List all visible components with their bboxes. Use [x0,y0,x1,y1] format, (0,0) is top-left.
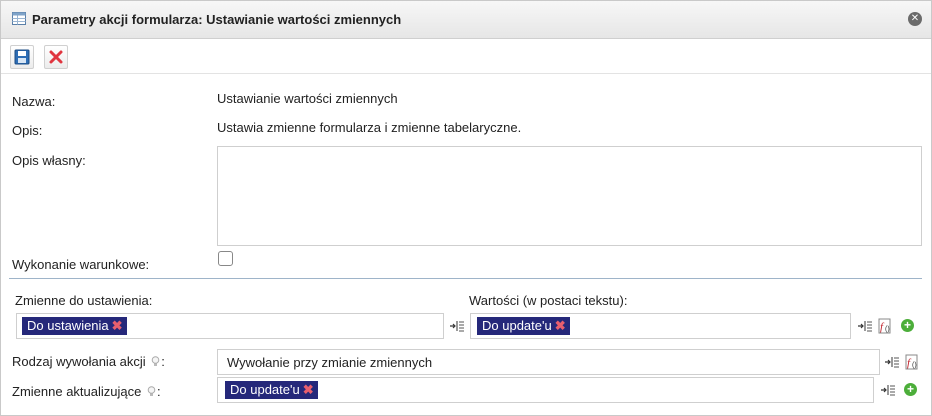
hint-lightbulb-icon[interactable] [151,356,160,367]
svg-text:(): () [912,362,917,369]
call-type-label: Rodzaj wywołania akcji : [12,354,165,369]
insert-variable-icon[interactable] [449,318,465,334]
dialog-title: Parametry akcji formularza: Ustawianie w… [32,12,402,27]
insert-variable-icon[interactable] [880,382,896,398]
call-type-label-colon: : [161,354,165,369]
add-icon[interactable]: + [901,319,914,332]
insert-variable-icon[interactable] [857,318,873,334]
updating-variables-field[interactable]: Do update'u ✖ [217,377,874,403]
call-type-value: Wywołanie przy zmianie zmiennych [227,355,433,370]
remove-tag-icon[interactable]: ✖ [303,382,314,397]
values-label: Wartości (w postaci tekstu): [469,293,628,308]
table-window-icon [12,12,26,25]
variables-label: Zmienne do ustawienia: [15,293,153,308]
function-icon[interactable]: f() [877,318,893,334]
svg-text:(): () [885,326,890,333]
dialog-window: Parametry akcji formularza: Ustawianie w… [0,0,932,416]
variables-field[interactable]: Do ustawienia ✖ [16,313,444,339]
custom-description-textarea[interactable] [217,146,922,246]
toolbar [1,39,931,74]
custom-description-label: Opis własny: [12,153,86,168]
updating-variables-label: Zmienne aktualizujące : [12,384,161,399]
title-bar: Parametry akcji formularza: Ustawianie w… [1,1,931,39]
updating-variable-tag: Do update'u ✖ [225,381,318,399]
conditional-execution-label: Wykonanie warunkowe: [12,257,150,272]
updating-variables-label-colon: : [156,384,161,399]
save-icon [14,49,30,65]
hint-lightbulb-icon[interactable] [147,386,156,397]
cancel-icon [49,50,63,64]
variable-tag-label: Do ustawienia [27,318,109,333]
updating-variables-label-text: Zmienne aktualizujące [12,384,142,399]
section-divider [9,278,922,279]
add-icon[interactable]: + [904,383,917,396]
call-type-field[interactable]: Wywołanie przy zmianie zmiennych [217,349,880,375]
description-label: Opis: [12,123,43,138]
insert-variable-icon[interactable] [884,354,900,370]
name-label: Nazwa: [12,94,56,109]
variable-tag: Do ustawienia ✖ [22,317,127,335]
function-icon[interactable]: f() [904,354,920,370]
remove-tag-icon[interactable]: ✖ [112,318,123,333]
conditional-execution-checkbox[interactable] [218,251,233,266]
values-field[interactable]: Do update'u ✖ [470,313,851,339]
call-type-label-text: Rodzaj wywołania akcji [12,354,146,369]
close-icon[interactable]: ✕ [908,12,922,26]
updating-variable-tag-label: Do update'u [230,382,300,397]
value-tag: Do update'u ✖ [477,317,570,335]
description-value: Ustawia zmienne formularza i zmienne tab… [217,120,522,135]
remove-tag-icon[interactable]: ✖ [555,318,566,333]
cancel-button[interactable] [44,45,68,69]
name-value: Ustawianie wartości zmiennych [217,91,398,106]
save-button[interactable] [10,45,34,69]
value-tag-label: Do update'u [482,318,552,333]
